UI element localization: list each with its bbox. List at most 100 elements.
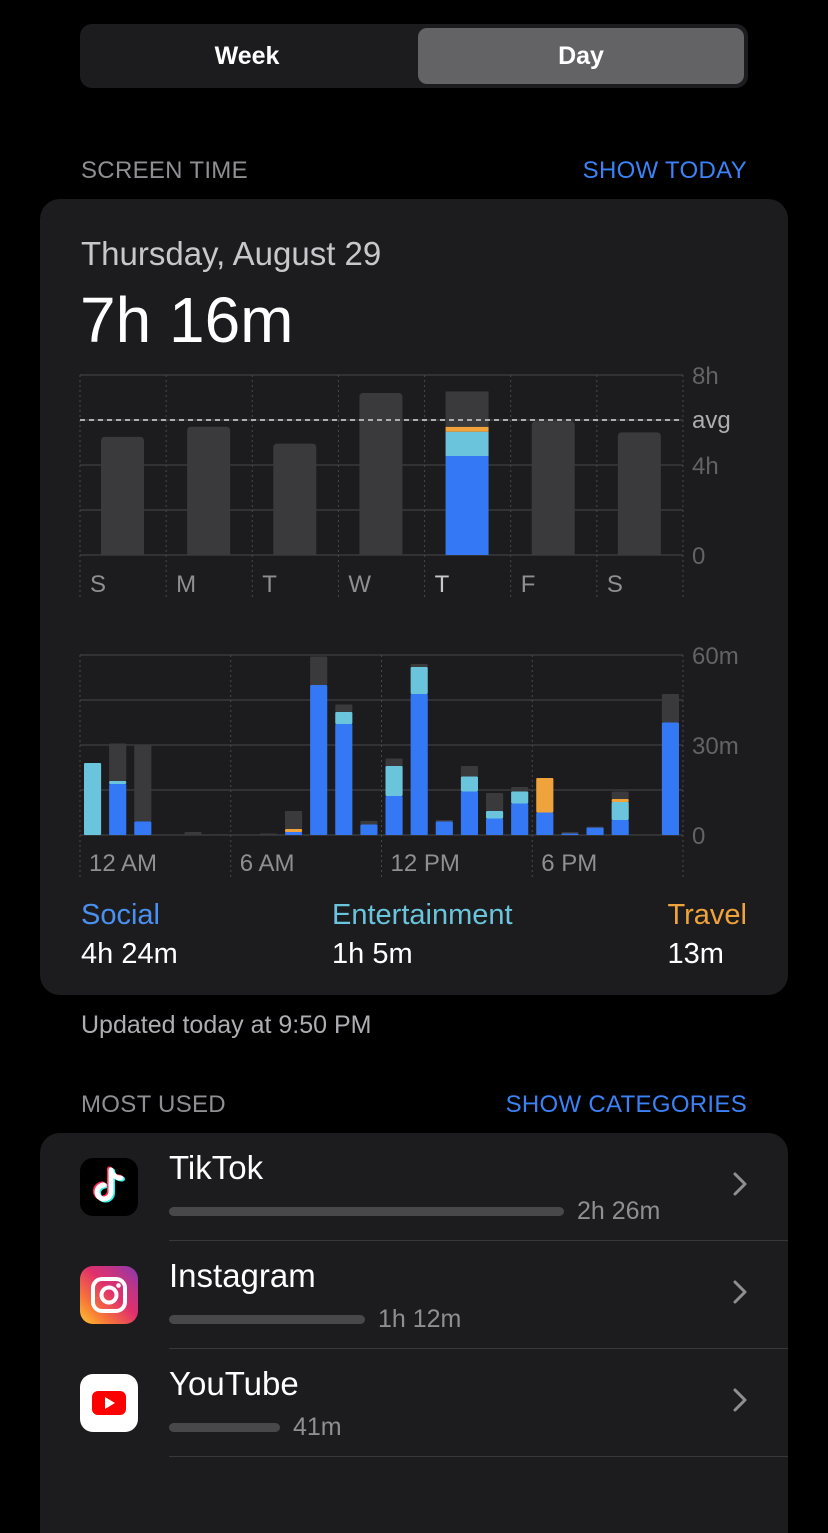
hour-bar-travel xyxy=(611,799,629,802)
hour-bar-social xyxy=(410,694,428,835)
day-tick-label: M xyxy=(176,571,196,598)
app-name: Instagram xyxy=(169,1257,316,1294)
hour-bar-entertainment xyxy=(410,667,428,694)
screen-time-card: Thursday, August 29 7h 16m S M T W T F Savg 8h 4… xyxy=(40,199,788,995)
day-bar xyxy=(101,436,144,555)
legend-travel-label: Travel xyxy=(667,899,748,931)
hour-bar-other xyxy=(184,832,202,835)
bar-segment-other xyxy=(445,391,489,427)
hour-bar-other xyxy=(586,826,604,828)
total-screen-time: 7h 16m xyxy=(80,284,294,356)
hour-bar-entertainment xyxy=(486,811,504,819)
hour-bar-social xyxy=(385,796,403,835)
hour-bar-other xyxy=(385,758,403,766)
day-tick-label: T xyxy=(435,571,450,598)
legend-social-label: Social xyxy=(81,899,160,931)
hour-bar-travel xyxy=(285,829,303,832)
hour-bar-other xyxy=(109,743,127,781)
app-row-instagram[interactable]: Instagram 1h 12m xyxy=(40,1241,788,1349)
y-tick-label: 0 xyxy=(692,543,705,570)
tiktok-icon xyxy=(80,1158,138,1216)
chevron-right-icon xyxy=(733,1172,747,1196)
day-tick-label: S xyxy=(90,571,106,598)
bar-segment-social xyxy=(445,456,489,555)
day-bar xyxy=(531,421,575,555)
bar-segment-travel xyxy=(445,426,489,432)
hour-bar-other xyxy=(511,787,529,792)
most-used-list: TikTok 2h 26m Instagram 1h 12m YouTube 4… xyxy=(40,1133,788,1533)
legend-social: Social 4h 24m xyxy=(81,899,178,971)
show-categories-link[interactable]: SHOW CATEGORIES xyxy=(506,1091,747,1119)
chevron-right-icon xyxy=(733,1388,747,1412)
week-segment-button[interactable]: Week xyxy=(84,28,410,84)
week-day-segmented-control: Week Day xyxy=(80,24,748,88)
hour-tick-label: 12 PM xyxy=(391,850,460,877)
hour-bar-social xyxy=(486,818,504,835)
app-time: 2h 26m xyxy=(577,1197,661,1225)
hour-bar-social xyxy=(511,803,529,835)
hour-bar-travel xyxy=(536,778,554,813)
youtube-icon xyxy=(80,1374,138,1432)
legend-social-value: 4h 24m xyxy=(81,938,178,970)
hour-bar-social xyxy=(360,824,378,835)
hour-bar-other xyxy=(460,766,478,777)
hour-bar-social xyxy=(310,685,328,835)
hour-bar-social xyxy=(335,724,353,835)
show-today-link[interactable]: SHOW TODAY xyxy=(583,157,747,185)
average-label: avg xyxy=(692,407,731,434)
hour-bar-other xyxy=(335,704,353,712)
day-segment-button[interactable]: Day xyxy=(418,28,744,84)
hour-bar-entertainment xyxy=(460,776,478,792)
app-row-youtube[interactable]: YouTube 41m xyxy=(40,1349,788,1457)
hour-bar-other xyxy=(310,656,328,685)
app-time: 41m xyxy=(293,1413,342,1441)
hour-bar-social xyxy=(134,821,152,835)
legend-entertainment-value: 1h 5m xyxy=(332,938,413,970)
legend-entertainment-label: Entertainment xyxy=(332,899,513,931)
hour-bar-social xyxy=(586,827,604,835)
usage-bar xyxy=(169,1423,280,1432)
hourly-usage-chart[interactable]: 12 AM 6 AM 12 PM 6 PM 60m 30m 0 xyxy=(40,639,788,939)
hour-bar-other xyxy=(611,791,629,799)
y-tick-label: 30m xyxy=(692,733,739,760)
row-divider xyxy=(169,1456,788,1457)
hour-bar-other xyxy=(486,793,504,811)
app-row-tiktok[interactable]: TikTok 2h 26m xyxy=(40,1133,788,1241)
usage-bar xyxy=(169,1315,365,1324)
day-bar xyxy=(273,443,317,555)
hour-bar-other xyxy=(435,820,453,822)
hour-bar-other xyxy=(209,834,227,836)
hour-bar-entertainment xyxy=(84,763,102,835)
chevron-right-icon xyxy=(733,1280,747,1304)
app-time: 1h 12m xyxy=(378,1305,462,1333)
hour-bar-social xyxy=(536,812,554,835)
hour-bar-social xyxy=(460,791,478,835)
legend-travel: Travel 13m xyxy=(668,899,748,971)
day-bar xyxy=(617,432,661,555)
hour-bar-social xyxy=(561,833,579,835)
hour-bar-social xyxy=(435,821,453,835)
bar-segment-entertainment xyxy=(445,431,489,456)
day-bar xyxy=(187,426,231,555)
hour-bar-entertainment xyxy=(611,802,629,820)
hour-bar-social xyxy=(661,722,679,835)
app-name: YouTube xyxy=(169,1365,299,1402)
hour-bar-other xyxy=(259,833,277,835)
hour-bar-other xyxy=(134,745,152,822)
day-tick-label: F xyxy=(521,571,536,598)
hour-bar-other xyxy=(410,664,428,667)
day-tick-label: W xyxy=(348,571,371,598)
hour-bar-social xyxy=(285,832,303,835)
hour-bar-other xyxy=(285,811,303,829)
hour-bar-other xyxy=(360,820,378,825)
hour-tick-label: 12 AM xyxy=(89,850,157,877)
day-bar xyxy=(359,393,403,555)
hour-bar-other xyxy=(561,832,579,834)
hour-bar-social xyxy=(109,784,127,835)
hour-bar-social xyxy=(611,820,629,835)
screen-time-header: SCREEN TIME xyxy=(81,157,248,184)
day-tick-label: T xyxy=(262,571,277,598)
hour-tick-label: 6 PM xyxy=(541,850,597,877)
y-tick-label: 0 xyxy=(692,823,705,850)
day-tick-label: S xyxy=(607,571,623,598)
